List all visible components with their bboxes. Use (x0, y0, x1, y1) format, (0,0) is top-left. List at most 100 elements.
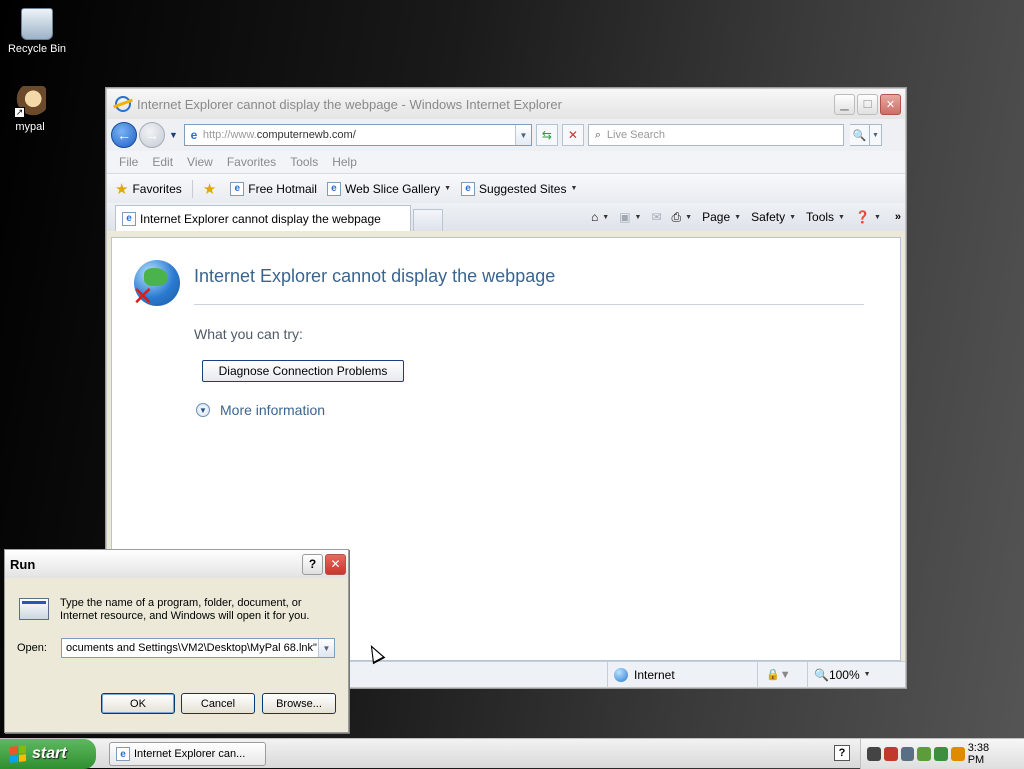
desktop-icon-recycle-bin[interactable]: Recycle Bin (0, 8, 74, 55)
expand-icon: ▼ (196, 403, 210, 417)
add-to-favorites-bar-button[interactable]: ★ (203, 180, 220, 198)
stop-button[interactable]: ✕ (561, 124, 584, 146)
address-bar[interactable]: e http://www.computernewb.com/ ▼ (183, 124, 532, 146)
help-tray-icon[interactable]: ? (834, 745, 850, 761)
browse-button[interactable]: Browse... (262, 693, 336, 714)
tools-menu-button[interactable]: Tools ▼ (806, 210, 845, 224)
forward-button[interactable]: → (139, 122, 165, 148)
protected-mode-button[interactable]: 🔒▼ (757, 661, 791, 688)
address-input[interactable]: http://www.computernewb.com/ (203, 129, 515, 141)
favbar-item-suggested-sites[interactable]: e Suggested Sites ▼ (461, 181, 578, 196)
divider (191, 179, 193, 198)
command-bar: ⌂ ▼ ▣ ▼ ✉ ⎙ ▼ Page ▼ Safety ▼ Tools ▼ ❓ ▼ » (581, 205, 901, 229)
taskbar: start e Internet Explorer can... ? 3:38 … (0, 738, 1024, 769)
run-description: Type the name of a program, folder, docu… (60, 597, 310, 622)
recycle-bin-icon (21, 8, 53, 40)
update-tray-icon[interactable] (934, 747, 948, 761)
close-button[interactable]: ✕ (880, 93, 901, 115)
error-title: Internet Explorer cannot display the web… (194, 266, 556, 286)
title-bar[interactable]: Internet Explorer cannot display the web… (107, 89, 905, 119)
cancel-button[interactable]: Cancel (181, 693, 255, 714)
help-button[interactable]: ? (302, 553, 323, 575)
security-zone[interactable]: Internet (607, 661, 675, 688)
help-menu-button[interactable]: ❓ ▼ (855, 210, 881, 224)
back-button[interactable]: ← (111, 122, 137, 148)
zoom-icon: 🔍 (814, 667, 829, 682)
menu-favorites[interactable]: Favorites (227, 155, 276, 169)
search-button[interactable]: 🔍 (849, 124, 870, 146)
run-icon (19, 598, 49, 620)
ie-logo-icon (115, 96, 131, 112)
favbar-item-free-hotmail[interactable]: e Free Hotmail (230, 181, 317, 196)
search-icon: ⌕ (594, 128, 601, 141)
network-tray-icon[interactable] (900, 747, 915, 761)
search-options-dropdown[interactable]: ▼ (869, 124, 882, 146)
error-x-icon: ✕ (132, 281, 154, 311)
read-mail-button[interactable]: ✉ (651, 210, 661, 224)
chevron-down-icon: ▼ (570, 185, 578, 192)
open-input[interactable]: ocuments and Settings\VM2\Desktop\MyPal … (62, 642, 318, 654)
search-tray-icon[interactable] (950, 747, 965, 761)
menu-tools[interactable]: Tools (290, 155, 318, 169)
safety-menu-button[interactable]: Safety ▼ (751, 210, 796, 224)
alarm-tray-icon[interactable] (867, 747, 881, 761)
chevron-down-icon: ▼ (863, 671, 871, 678)
more-information-link[interactable]: ▼ More information (196, 402, 325, 418)
new-tab-button[interactable] (413, 209, 443, 231)
desktop-icon-label: Recycle Bin (7, 43, 67, 55)
close-button[interactable]: ✕ (325, 553, 346, 575)
favorites-bar: ★ Favorites ★ e Free Hotmail e Web Slice… (107, 173, 905, 203)
chevron-down-icon: ▼ (444, 185, 452, 192)
tab-current[interactable]: e Internet Explorer cannot display the w… (115, 205, 411, 231)
refresh-button[interactable]: ⇆ (535, 124, 558, 146)
open-combobox[interactable]: ocuments and Settings\VM2\Desktop\MyPal … (61, 638, 335, 658)
ie-page-icon: e (461, 181, 476, 196)
menu-help[interactable]: Help (332, 155, 357, 169)
search-input[interactable]: Live Search (607, 129, 665, 141)
globe-icon (614, 667, 628, 682)
desktop-icon-mypal[interactable]: ↗ mypal (0, 86, 67, 133)
security-tray-icon[interactable] (917, 747, 932, 761)
favorites-button[interactable]: ★ Favorites (115, 180, 182, 198)
menu-file[interactable]: File (119, 155, 138, 169)
open-label: Open: (17, 642, 47, 654)
favorites-star-icon: ★ (115, 180, 129, 198)
ie-page-icon: e (230, 181, 245, 196)
history-dropdown-icon[interactable]: ▼ (169, 130, 178, 140)
tab-row: e Internet Explorer cannot display the w… (107, 203, 905, 231)
address-row: ← → ▼ e http://www.computernewb.com/ ▼ ⇆… (107, 119, 905, 151)
windows-flag-icon (10, 745, 26, 763)
print-button[interactable]: ⎙ ▼ (672, 210, 693, 225)
feeds-button[interactable]: ▣ ▼ (619, 210, 641, 224)
chevron-more-icon[interactable]: » (895, 211, 901, 223)
menu-view[interactable]: View (187, 155, 213, 169)
menu-bar: File Edit View Favorites Tools Help (107, 151, 905, 173)
ie-page-icon: e (122, 211, 136, 226)
desktop-icon-label: mypal (15, 121, 45, 133)
window-title: Internet Explorer cannot display the web… (137, 96, 562, 112)
chevron-down-icon[interactable]: ▼ (318, 639, 334, 657)
menu-edit[interactable]: Edit (152, 155, 173, 169)
run-dialog: Run ? ✕ Type the name of a program, fold… (4, 549, 349, 733)
divider (194, 304, 864, 305)
favbar-item-web-slice-gallery[interactable]: e Web Slice Gallery ▼ (326, 181, 452, 196)
maximize-button[interactable]: ☐ (857, 93, 878, 115)
taskbar-item-ie[interactable]: e Internet Explorer can... (109, 742, 266, 766)
system-tray: 3:38 PM (860, 739, 1024, 769)
run-title: Run (10, 556, 36, 572)
address-dropdown-icon[interactable]: ▼ (514, 125, 531, 145)
clock[interactable]: 3:38 PM (968, 742, 1008, 766)
ie-page-icon: e (116, 747, 130, 761)
zoom-button[interactable]: 🔍 100% ▼ (807, 661, 871, 688)
search-box[interactable]: ⌕ Live Search (587, 124, 844, 146)
antivirus-tray-icon[interactable] (883, 747, 898, 761)
start-button[interactable]: start (0, 739, 96, 769)
page-menu-button[interactable]: Page ▼ (702, 210, 741, 224)
minimize-button[interactable]: ▁ (834, 93, 855, 115)
ok-button[interactable]: OK (101, 693, 175, 714)
try-label: What you can try: (194, 326, 303, 342)
diagnose-connection-button[interactable]: Diagnose Connection Problems (202, 360, 404, 382)
run-title-bar[interactable]: Run ? ✕ (5, 550, 348, 578)
home-button[interactable]: ⌂ ▼ (591, 210, 609, 224)
page-icon: e (190, 128, 198, 142)
